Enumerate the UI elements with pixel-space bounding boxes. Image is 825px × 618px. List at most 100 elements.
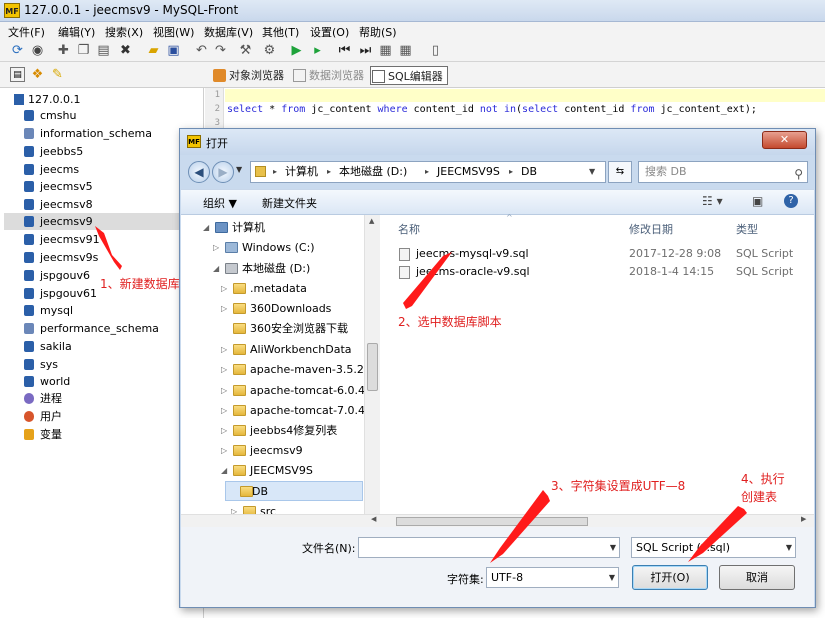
tree-view-icon[interactable]: ▤: [10, 67, 25, 82]
tree-db-world[interactable]: world: [22, 373, 70, 390]
nav-folder[interactable]: ▷ 360Downloads: [221, 299, 331, 319]
tree-db-information-schema[interactable]: information_schema: [22, 125, 152, 142]
forward-icon[interactable]: ▶: [212, 161, 234, 183]
menu-search[interactable]: 搜索(X): [105, 24, 143, 40]
nav-scrollbar[interactable]: ▲ ▼: [364, 215, 380, 527]
breadcrumb-item[interactable]: 本地磁盘 (D:): [339, 162, 407, 182]
tree-db-jeebbs5[interactable]: jeebbs5: [22, 143, 83, 160]
tree-db-sakila[interactable]: sakila: [22, 338, 72, 355]
chevron-down-icon[interactable]: ▼: [589, 162, 595, 182]
open-button[interactable]: 打开(O): [632, 565, 708, 590]
tree-db-jspgouv6[interactable]: jspgouv6: [22, 267, 90, 284]
menu-file[interactable]: 文件(F): [8, 24, 45, 40]
first-icon[interactable]: ⏮: [337, 43, 352, 58]
add-icon[interactable]: ✚: [56, 43, 71, 58]
view-options-icon[interactable]: ☷ ▾: [702, 194, 723, 208]
breadcrumb[interactable]: ▸ 计算机 ▸ 本地磁盘 (D:) ▸ JEECMSV9S ▸ DB ▼: [250, 161, 606, 183]
nav-folder-selected[interactable]: DB: [225, 481, 363, 501]
tree-db-jeecmsv91[interactable]: jeecmsv91: [22, 231, 100, 248]
folder-icon[interactable]: ▰: [146, 43, 161, 58]
tab-sql-editor[interactable]: SQL编辑器: [370, 66, 448, 85]
preview-pane-icon[interactable]: ▣: [752, 194, 763, 208]
nav-drive-d[interactable]: ◢ 本地磁盘 (D:): [213, 259, 310, 279]
nav-drive-c[interactable]: ▷ Windows (C:): [213, 238, 315, 258]
chevron-down-icon[interactable]: ▼: [609, 568, 615, 587]
column-header-modified[interactable]: 修改日期: [629, 221, 673, 237]
scroll-left-icon[interactable]: ◀: [371, 515, 376, 523]
tree-variables[interactable]: 变量: [22, 426, 62, 443]
filetype-select[interactable]: SQL Script (*.sql) ▼: [631, 537, 796, 558]
scrollbar-thumb[interactable]: [367, 343, 378, 391]
grid-alt-icon[interactable]: ▦: [398, 43, 413, 58]
horizontal-scrollbar[interactable]: ◀ ▶: [181, 514, 814, 527]
file-row[interactable]: jeecms-mysql-v9.sql 2017-12-28 9:08 SQL …: [399, 245, 809, 263]
tree-db-jeecmsv8[interactable]: jeecmsv8: [22, 196, 93, 213]
scroll-up-icon[interactable]: ▲: [369, 217, 374, 225]
breadcrumb-item[interactable]: DB: [521, 162, 537, 182]
tree-db-jeecmsv9s[interactable]: jeecmsv9s: [22, 249, 98, 266]
tree-db-performance-schema[interactable]: performance_schema: [22, 320, 159, 337]
tab-object-browser[interactable]: 对象浏览器: [212, 66, 284, 85]
favorites-icon[interactable]: ❖: [30, 67, 45, 82]
wrench-icon[interactable]: ⚒: [238, 43, 253, 58]
stop-icon[interactable]: ◉: [30, 43, 45, 58]
file-row[interactable]: jeecms-oracle-v9.sql 2018-1-4 14:15 SQL …: [399, 263, 809, 281]
close-icon[interactable]: ✕: [762, 131, 807, 149]
column-header-type[interactable]: 类型: [736, 221, 758, 237]
recent-locations-icon[interactable]: ▼: [236, 165, 242, 174]
tree-db-mysql[interactable]: mysql: [22, 302, 73, 319]
column-header-name[interactable]: 名称: [398, 221, 420, 237]
tree-db-cmshu[interactable]: cmshu: [22, 107, 76, 124]
tool-icon[interactable]: ⚙: [262, 43, 277, 58]
redo-icon[interactable]: ↷: [213, 43, 228, 58]
chevron-down-icon[interactable]: ▼: [610, 538, 616, 557]
copy-icon[interactable]: ❐: [76, 43, 91, 58]
undo-icon[interactable]: ↶: [194, 43, 209, 58]
refresh-icon[interactable]: ⇆: [608, 161, 632, 183]
nav-computer[interactable]: ◢ 计算机: [203, 218, 265, 238]
help-icon[interactable]: ?: [784, 194, 798, 208]
tree-server[interactable]: 127.0.0.1: [12, 91, 80, 108]
menu-other[interactable]: 其他(T): [262, 24, 299, 40]
doc-icon[interactable]: ▯: [428, 43, 443, 58]
run-icon[interactable]: ▶: [289, 43, 304, 58]
tree-db-jeecmsv9[interactable]: jeecmsv9: [4, 213, 199, 230]
charset-select[interactable]: UTF-8 ▼: [486, 567, 619, 588]
cancel-button[interactable]: 取消: [719, 565, 795, 590]
new-folder-button[interactable]: 新建文件夹: [262, 195, 317, 211]
filename-input[interactable]: ▼: [358, 537, 620, 558]
menu-database[interactable]: 数据库(V): [204, 24, 253, 40]
chevron-down-icon[interactable]: ▼: [786, 538, 792, 557]
paste-icon[interactable]: ▤: [96, 43, 111, 58]
nav-folder[interactable]: 360安全浏览器下载: [233, 319, 348, 339]
search-input[interactable]: 搜索 DB ⚲: [638, 161, 808, 183]
grid-icon[interactable]: ▦: [378, 43, 393, 58]
save-icon[interactable]: ▣: [166, 43, 181, 58]
nav-folder[interactable]: ▷ jeebbs4修复列表: [221, 421, 337, 441]
refresh-icon[interactable]: ⟳: [10, 43, 25, 58]
run-step-icon[interactable]: ▸: [310, 43, 325, 58]
menu-view[interactable]: 视图(W): [153, 24, 194, 40]
tab-data-browser[interactable]: 数据浏览器: [292, 66, 364, 85]
menu-help[interactable]: 帮助(S): [359, 24, 397, 40]
history-icon[interactable]: ✎: [50, 67, 65, 82]
nav-folder[interactable]: ▷ AliWorkbenchData: [221, 340, 352, 360]
tree-processes[interactable]: 进程: [22, 390, 62, 407]
nav-folder[interactable]: ▷ apache-tomcat-7.0.47: [221, 401, 372, 421]
menu-edit[interactable]: 编辑(Y): [58, 24, 95, 40]
scroll-right-icon[interactable]: ▶: [801, 515, 806, 523]
tree-users[interactable]: 用户: [22, 408, 62, 425]
breadcrumb-item[interactable]: JEECMSV9S: [437, 162, 500, 182]
breadcrumb-item[interactable]: 计算机: [285, 162, 318, 182]
organize-button[interactable]: 组织 ▼: [203, 195, 237, 211]
tree-db-jeecmsv5[interactable]: jeecmsv5: [22, 178, 93, 195]
tree-db-jspgouv61[interactable]: jspgouv61: [22, 285, 97, 302]
nav-folder[interactable]: ▷ jeecmsv9: [221, 441, 303, 461]
nav-folder[interactable]: ▷ .metadata: [221, 279, 307, 299]
nav-folder[interactable]: ▷ apache-maven-3.5.2: [221, 360, 364, 380]
last-icon[interactable]: ⏭: [358, 43, 373, 58]
delete-icon[interactable]: ✖: [118, 43, 133, 58]
nav-folder[interactable]: ◢ JEECMSV9S: [221, 461, 313, 481]
scrollbar-thumb[interactable]: [396, 517, 588, 526]
sql-code-line[interactable]: select * from jc_content where content_i…: [227, 103, 757, 116]
